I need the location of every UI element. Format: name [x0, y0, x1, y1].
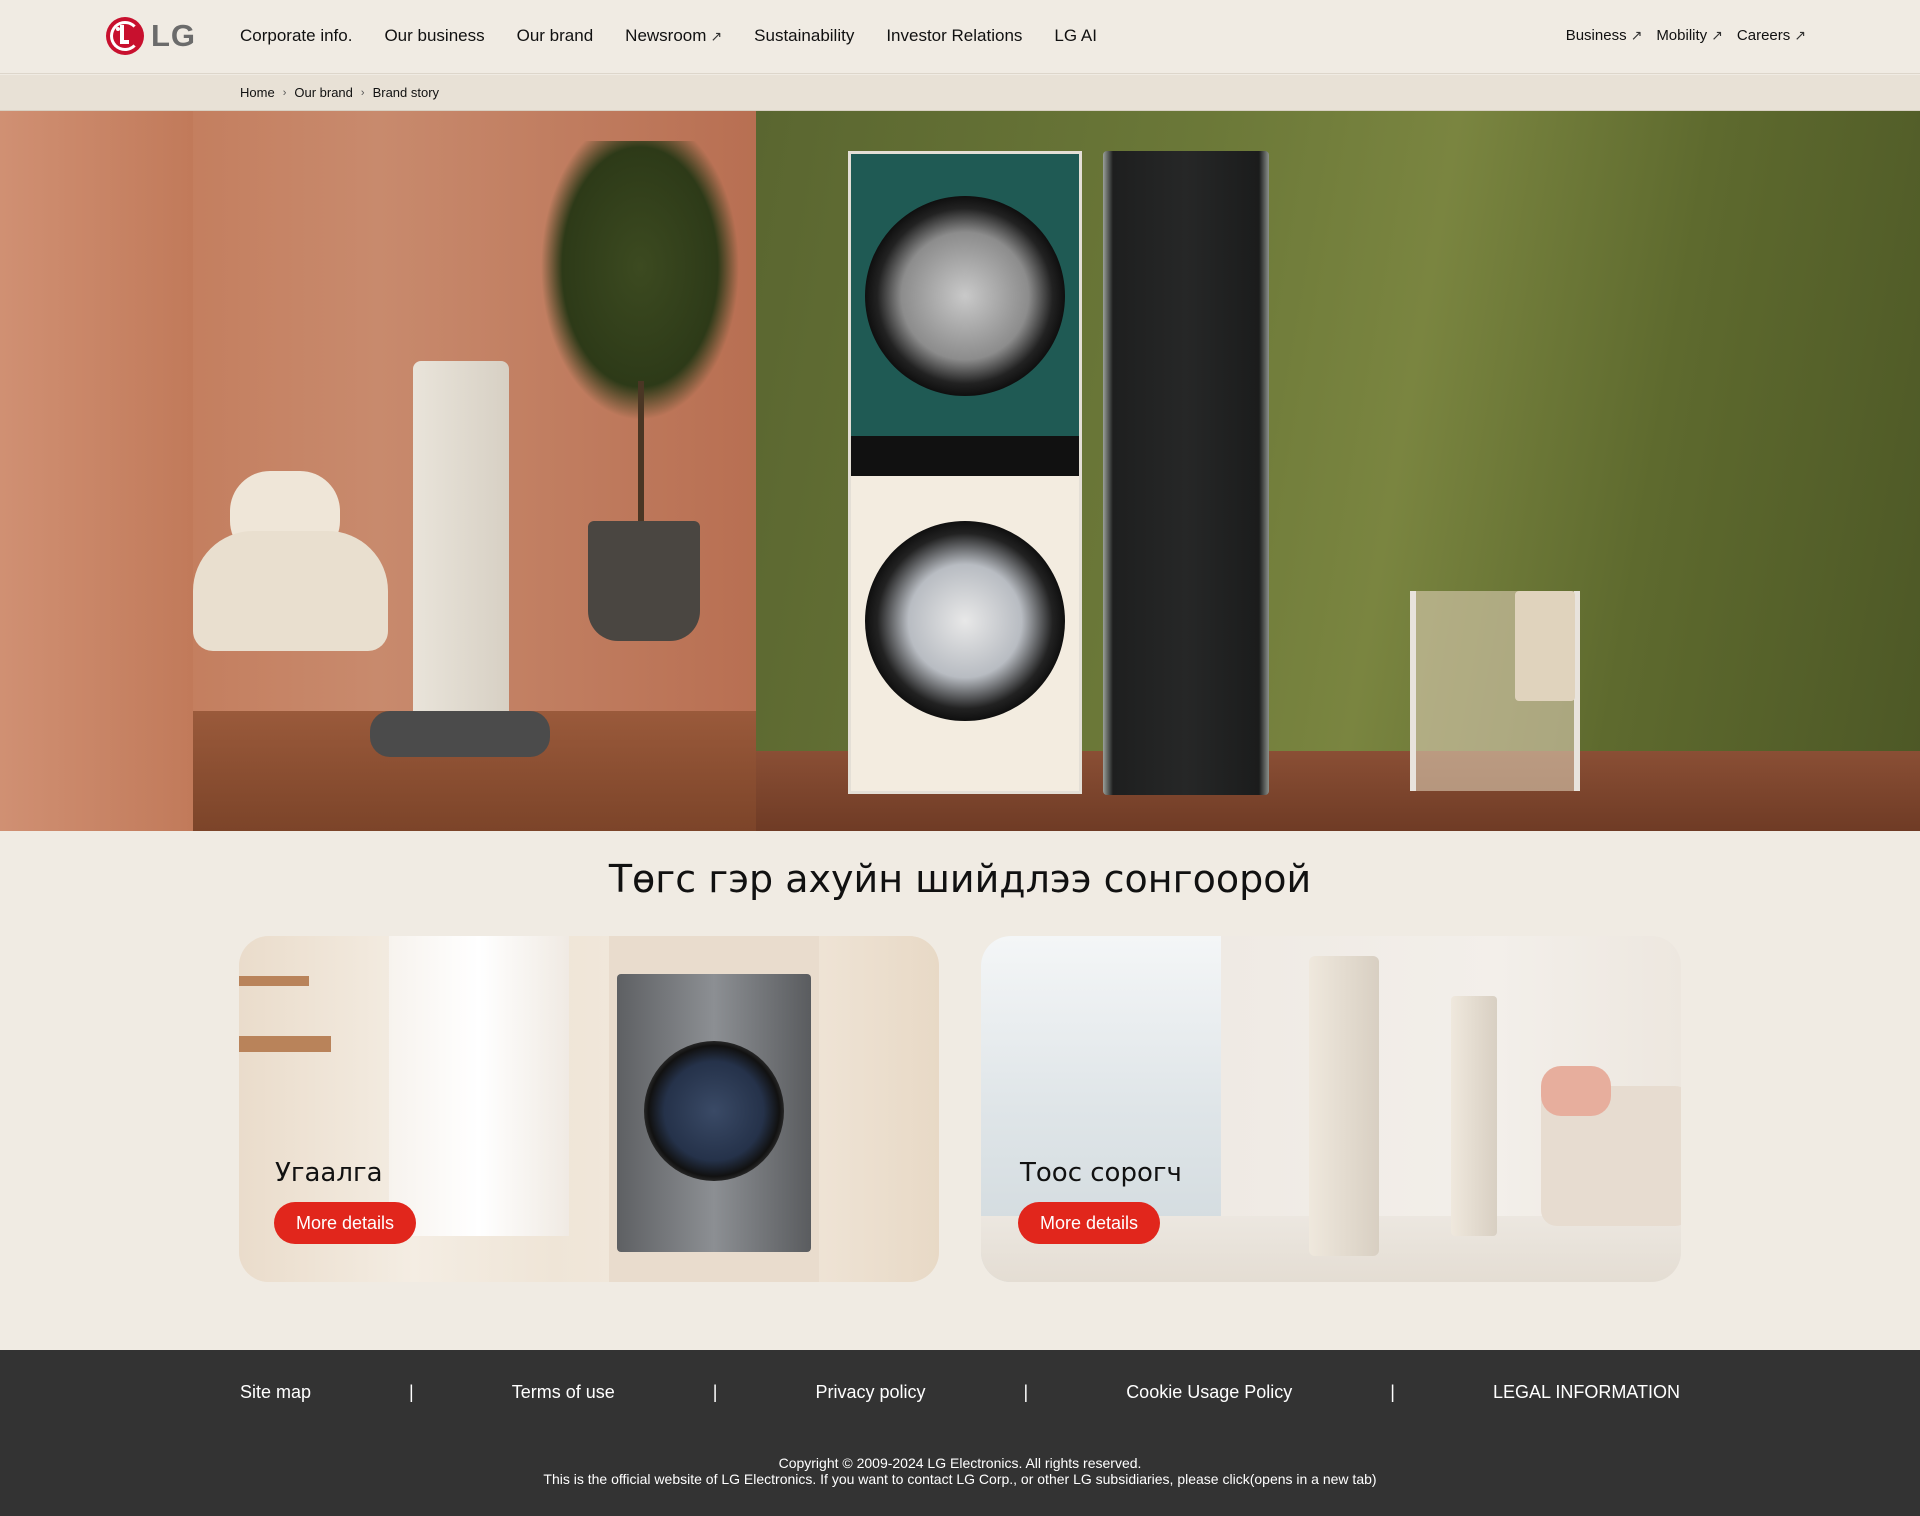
card-label: Угаалга — [275, 1158, 383, 1188]
product-card-washing[interactable]: Угаалга More details — [239, 936, 939, 1282]
nav-newsroom[interactable]: Newsroom ↗ — [625, 26, 722, 46]
footer-site-map[interactable]: Site map — [240, 1382, 311, 1403]
plant-pot-image — [588, 521, 700, 641]
footer-divider: | — [1390, 1382, 1395, 1402]
copyright-line: Copyright © 2009-2024 LG Electronics. Al… — [778, 1455, 1142, 1471]
stick-vacuum-image — [413, 361, 509, 751]
nav-label: Sustainability — [754, 26, 855, 45]
vacuum-station-image — [1309, 956, 1379, 1256]
card-label: Тоос сорогч — [1020, 1158, 1182, 1188]
control-panel-image — [848, 436, 1082, 476]
nav-sustainability[interactable]: Sustainability — [754, 26, 854, 46]
hero-banner-image — [0, 111, 1920, 831]
external-link-icon: ↗ — [1794, 27, 1806, 43]
more-details-button[interactable]: More details — [1018, 1202, 1161, 1244]
footer-divider: | — [712, 1382, 718, 1402]
lg-logo[interactable]: LG — [106, 17, 196, 55]
nav-label: Investor Relations — [886, 26, 1023, 45]
styler-cabinet-image — [1103, 151, 1269, 795]
section-title: Төгс гэр ахуйн шийдлээ сонгоорой — [608, 857, 1312, 901]
vacuum-image — [1451, 996, 1497, 1236]
nav-label: Careers — [1736, 27, 1791, 44]
nav-business[interactable]: Business ↗ — [1566, 27, 1643, 44]
sofa-image — [193, 531, 388, 651]
nav-label: Newsroom — [625, 26, 707, 45]
breadcrumb-home[interactable]: Home — [240, 85, 275, 100]
breadcrumb-our-brand[interactable]: Our brand — [294, 85, 353, 100]
nav-label: Our brand — [516, 26, 594, 45]
nav-mobility[interactable]: Mobility ↗ — [1656, 27, 1723, 44]
site-footer: Site map | Terms of use | Privacy policy… — [0, 1350, 1920, 1516]
footer-links: Site map | Terms of use | Privacy policy… — [240, 1382, 1680, 1403]
nav-our-brand[interactable]: Our brand — [517, 26, 594, 46]
nav-corporate-info[interactable]: Corporate info. — [240, 26, 352, 46]
main-nav: Corporate info. Our business Our brand N… — [240, 26, 1097, 46]
nav-lg-ai[interactable]: LG AI — [1054, 26, 1097, 46]
lg-logo-icon — [106, 17, 144, 55]
nav-our-business[interactable]: Our business — [384, 26, 484, 46]
nav-investor-relations[interactable]: Investor Relations — [886, 26, 1022, 46]
contact-notice[interactable]: This is the official website of LG Elect… — [0, 1471, 1920, 1487]
footer-terms-of-use[interactable]: Terms of use — [512, 1382, 615, 1403]
footer-divider: | — [1023, 1382, 1029, 1402]
nav-label: LG AI — [1054, 26, 1097, 45]
nav-label: Our business — [384, 26, 485, 45]
nav-label: Business — [1565, 27, 1627, 44]
site-header: LG Corporate info. Our business Our bran… — [0, 0, 1920, 74]
nav-label: Mobility — [1656, 27, 1708, 44]
plant-image — [540, 141, 740, 421]
more-details-button[interactable]: More details — [274, 1202, 417, 1244]
footer-privacy-policy[interactable]: Privacy policy — [815, 1382, 925, 1403]
breadcrumb-current: Brand story — [372, 85, 440, 100]
nav-label: Corporate info. — [240, 26, 353, 45]
utility-nav: Business ↗ Mobility ↗ Careers ↗ — [1566, 27, 1806, 44]
external-link-icon: ↗ — [1711, 27, 1723, 43]
copyright: Copyright © 2009-2024 LG Electronics. Al… — [0, 1455, 1920, 1487]
nav-careers[interactable]: Careers ↗ — [1737, 27, 1806, 44]
lg-logo-text: LG — [151, 18, 197, 53]
external-link-icon: ↗ — [710, 27, 723, 44]
chevron-right-icon: › — [282, 86, 287, 99]
footer-divider: | — [409, 1382, 414, 1402]
footer-legal-information[interactable]: LEGAL INFORMATION — [1493, 1382, 1680, 1403]
product-card-vacuum[interactable]: Тоос сорогч More details — [981, 936, 1681, 1282]
external-link-icon: ↗ — [1630, 27, 1643, 43]
footer-cookie-policy[interactable]: Cookie Usage Policy — [1126, 1382, 1292, 1403]
breadcrumb: Home › Our brand › Brand story — [0, 75, 1920, 111]
chevron-right-icon: › — [360, 86, 365, 99]
